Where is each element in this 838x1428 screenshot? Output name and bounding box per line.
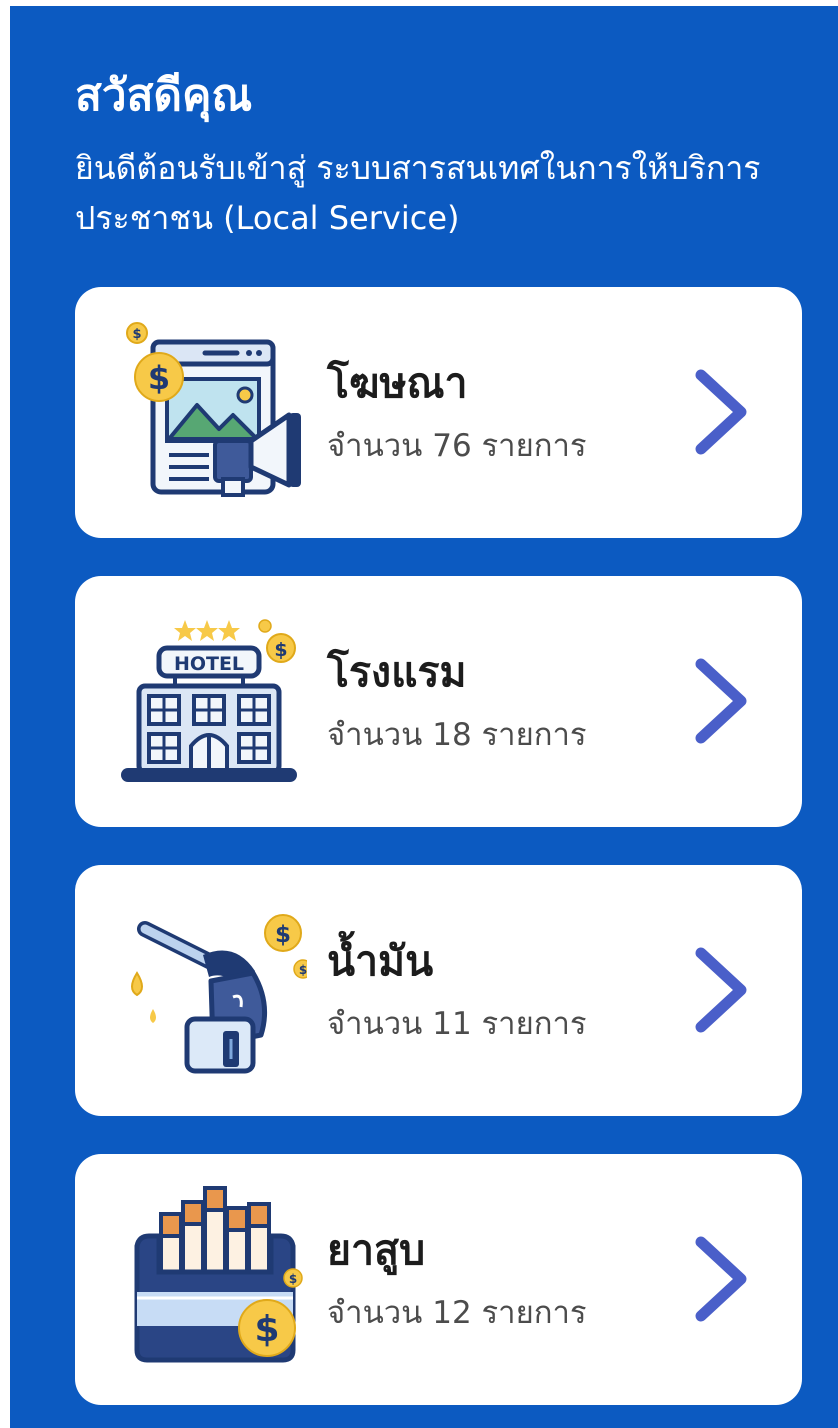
- svg-text:$: $: [274, 639, 287, 661]
- fuel-nozzle-icon: $ $: [131, 914, 307, 1074]
- svg-text:$: $: [275, 922, 291, 948]
- hotel-sign-text: HOTEL: [174, 653, 244, 675]
- category-count: จำนวน 18 รายการ: [327, 717, 587, 753]
- chevron-right-icon[interactable]: [691, 1234, 751, 1324]
- category-title: น้ำมัน: [327, 937, 434, 985]
- category-count: จำนวน 76 รายการ: [327, 428, 587, 464]
- category-title: โรงแรม: [327, 648, 467, 696]
- category-count: จำนวน 11 รายการ: [327, 1006, 587, 1042]
- svg-text:$: $: [299, 963, 307, 977]
- svg-text:$: $: [254, 1309, 279, 1350]
- chevron-right-icon[interactable]: [691, 656, 751, 746]
- category-count: จำนวน 12 รายการ: [327, 1295, 587, 1331]
- svg-text:$: $: [148, 359, 170, 397]
- hotel-icon: HOTEL $: [121, 619, 297, 782]
- category-title: ยาสูบ: [327, 1226, 426, 1274]
- chevron-right-icon[interactable]: [691, 945, 751, 1035]
- category-title: โฆษณา: [327, 359, 468, 407]
- category-card-hotel[interactable]: HOTEL $ โรงแรม จำนวน 18 รายการ: [75, 576, 802, 827]
- category-card-tobacco[interactable]: $ $ ยาสูบ จำนวน 12 รายการ: [75, 1154, 802, 1405]
- category-card-fuel[interactable]: $ $ น้ำมัน จำนวน 11 รายการ: [75, 865, 802, 1116]
- home-screen: สวัสดีคุณ ยินดีต้อนรับเข้าสู่ ระบบสารสนเ…: [10, 6, 838, 1428]
- advertising-icon: $ $: [126, 322, 301, 497]
- cigarette-pack-icon: $ $: [134, 1186, 303, 1363]
- greeting-title: สวัสดีคุณ: [75, 70, 253, 121]
- chevron-right-icon[interactable]: [691, 367, 751, 457]
- svg-text:$: $: [132, 327, 141, 342]
- welcome-message: ยินดีต้อนรับเข้าสู่ ระบบสารสนเทศในการให้…: [75, 149, 761, 237]
- category-card-advertising[interactable]: $ $ โฆษณา จำนวน 76 รายการ: [75, 287, 802, 538]
- svg-text:$: $: [289, 1272, 297, 1286]
